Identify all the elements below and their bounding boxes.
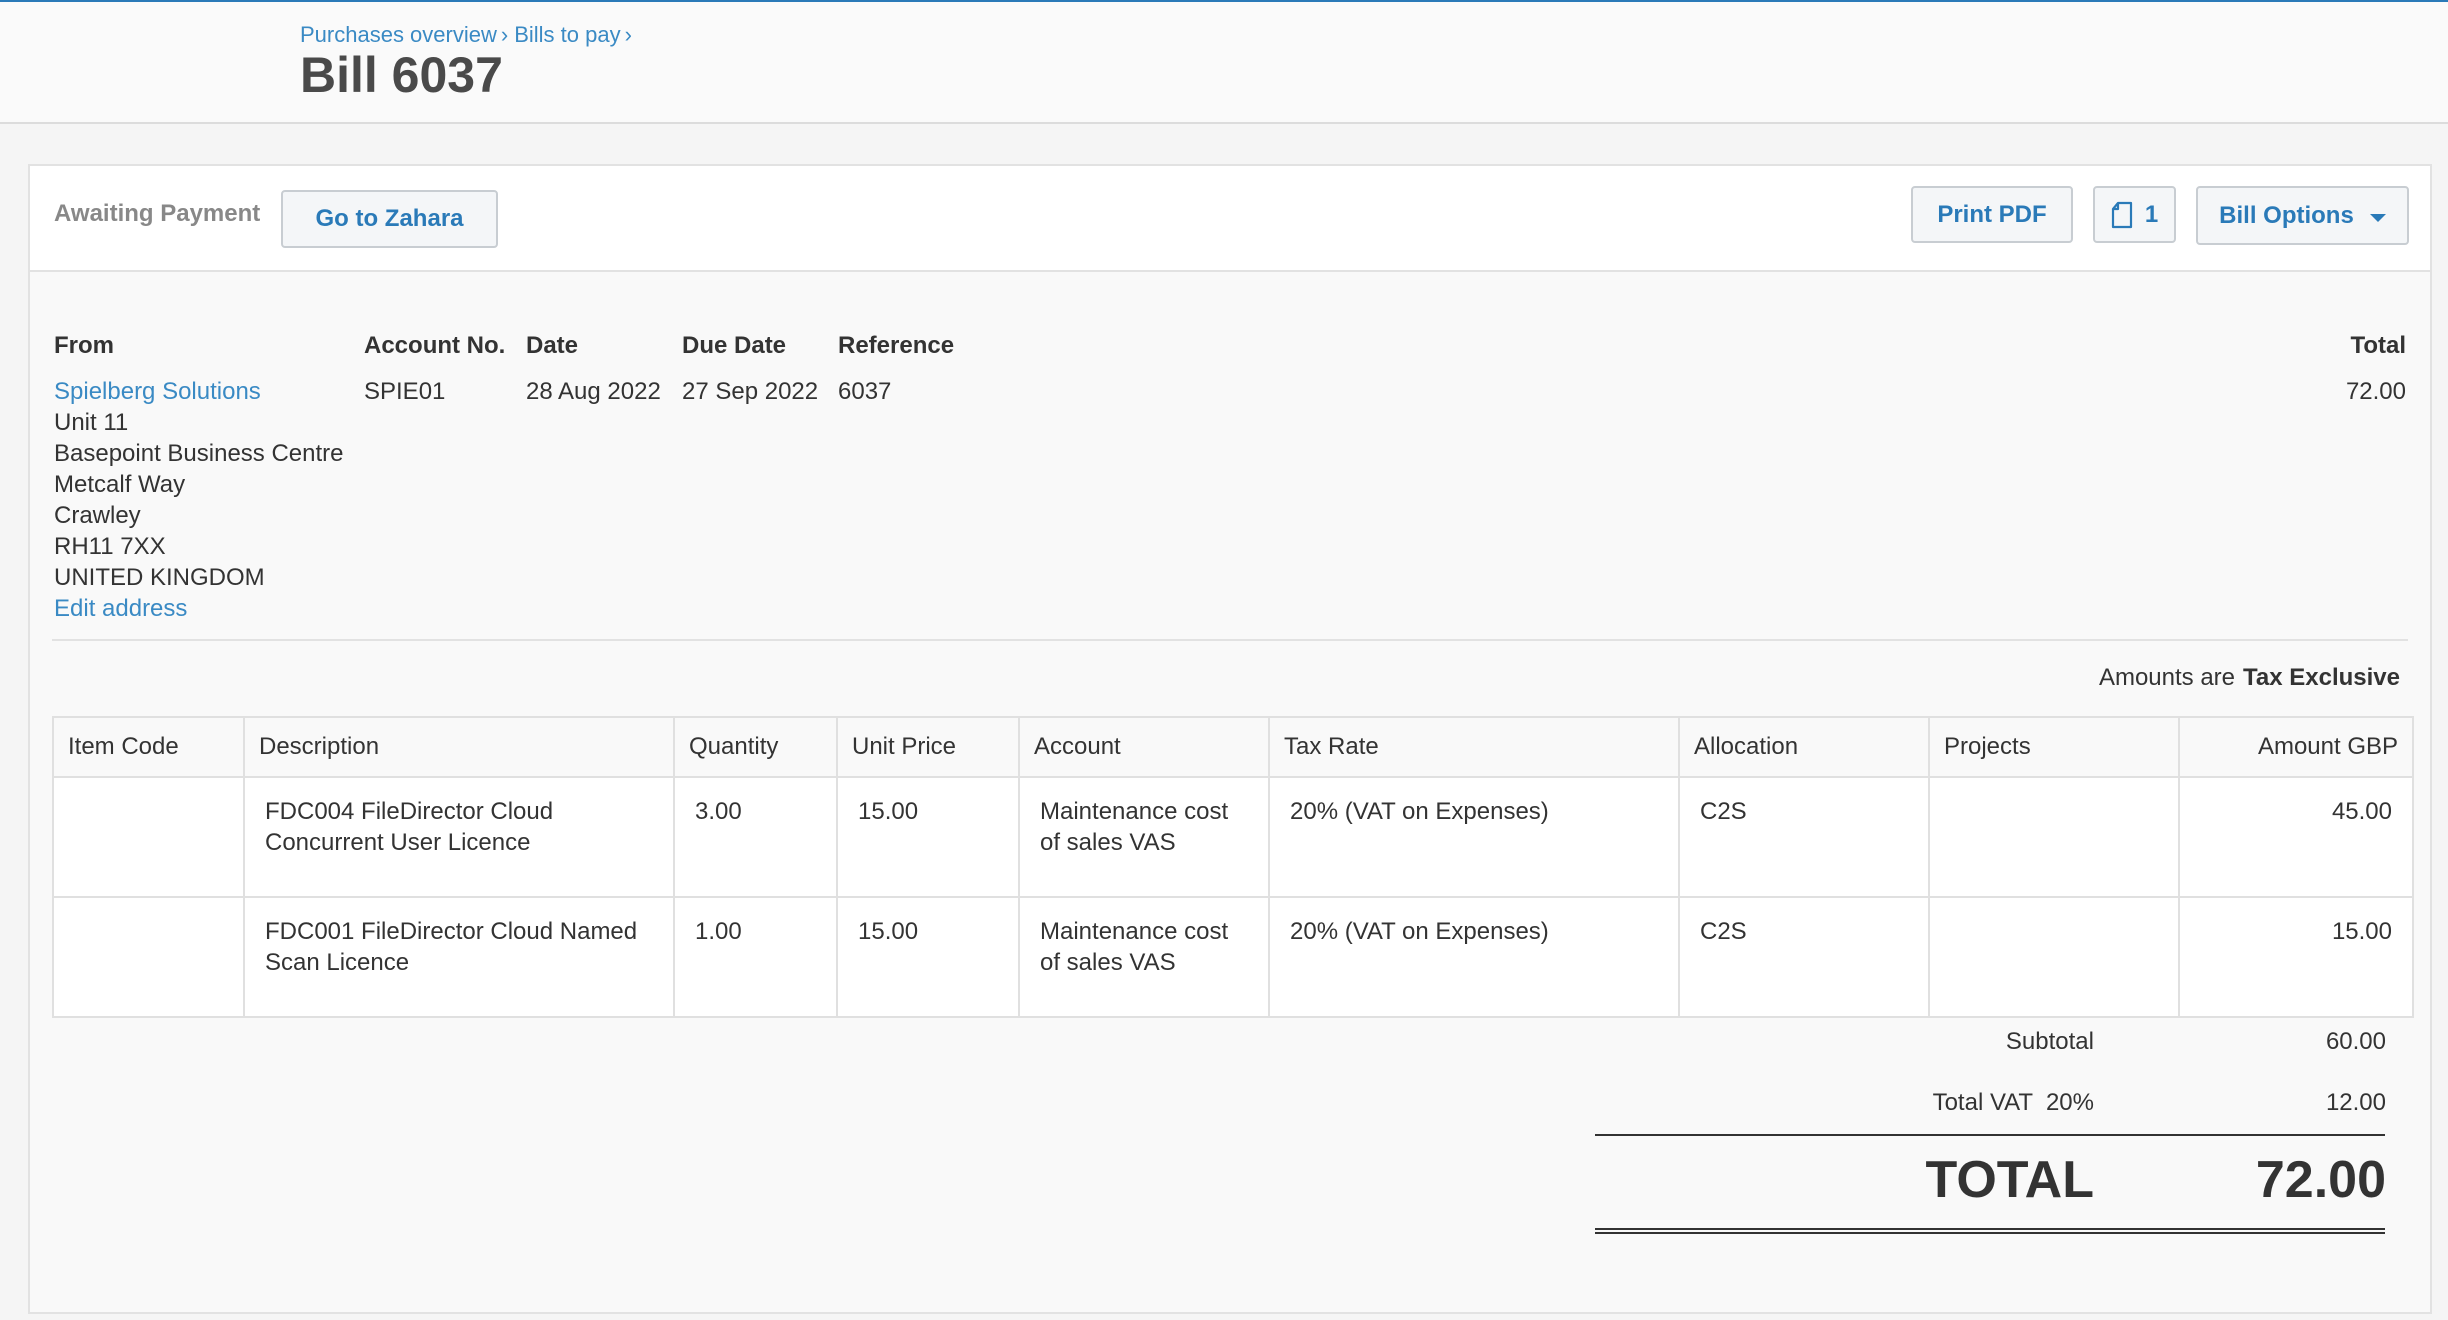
column-header-account: Account bbox=[1018, 716, 1270, 778]
section-divider bbox=[52, 639, 2408, 641]
line-items-table: Item Code Description Quantity Unit Pric… bbox=[52, 716, 2414, 1018]
cell-projects bbox=[1928, 776, 2180, 898]
vat-label: Total VAT 20% bbox=[1932, 1089, 2094, 1116]
bill-options-label: Bill Options bbox=[2219, 201, 2354, 229]
grand-total-value: 72.00 bbox=[2255, 1151, 2386, 1209]
breadcrumb-separator: › bbox=[500, 22, 509, 47]
grand-total-label: TOTAL bbox=[1925, 1151, 2095, 1209]
column-header-tax-rate: Tax Rate bbox=[1268, 716, 1680, 778]
table-header-row: Item Code Description Quantity Unit Pric… bbox=[52, 716, 2414, 778]
bill-panel: Awaiting Payment Go to Zahara Print PDF … bbox=[28, 164, 2432, 1314]
cell-description: FDC001 FileDirector Cloud Named Scan Lic… bbox=[243, 896, 675, 1018]
cell-tax-rate: 20% (VAT on Expenses) bbox=[1268, 776, 1680, 898]
print-pdf-button[interactable]: Print PDF bbox=[1911, 186, 2073, 243]
breadcrumb-separator: › bbox=[624, 22, 632, 47]
column-header-description: Description bbox=[243, 716, 675, 778]
cell-allocation: C2S bbox=[1678, 896, 1930, 1018]
address-line: Unit 11 bbox=[54, 409, 129, 436]
breadcrumb: Purchases overview › Bills to pay › bbox=[300, 22, 638, 48]
breadcrumb-purchases-overview[interactable]: Purchases overview bbox=[300, 22, 497, 47]
table-row: FDC001 FileDirector Cloud Named Scan Lic… bbox=[52, 896, 2414, 1018]
attachments-button[interactable]: 1 bbox=[2093, 186, 2176, 243]
bill-options-button[interactable]: Bill Options bbox=[2196, 186, 2409, 245]
date-value: 28 Aug 2022 bbox=[526, 378, 661, 405]
reference-label: Reference bbox=[838, 332, 955, 359]
table-row: FDC004 FileDirector Cloud Concurrent Use… bbox=[52, 776, 2414, 898]
account-no-value: SPIE01 bbox=[364, 378, 446, 405]
address-line: Metcalf Way bbox=[54, 471, 186, 498]
amounts-are-indicator: Amounts are Tax Exclusive bbox=[2099, 664, 2400, 692]
cell-account: Maintenance cost of sales VAS bbox=[1018, 896, 1270, 1018]
cell-projects bbox=[1928, 896, 2180, 1018]
column-header-allocation: Allocation bbox=[1678, 716, 1930, 778]
reference-value: 6037 bbox=[838, 378, 892, 405]
amounts-are-label: Amounts are bbox=[2098, 664, 2236, 691]
caret-down-icon bbox=[2369, 213, 2386, 222]
account-no-label: Account No. bbox=[364, 332, 506, 359]
date-label: Date bbox=[526, 332, 579, 359]
supplier-address: Unit 11 Basepoint Business Centre Metcal… bbox=[54, 376, 344, 624]
total-value: 72.00 bbox=[2345, 378, 2406, 405]
address-line: RH11 7XX bbox=[54, 533, 166, 560]
from-label: From bbox=[54, 332, 114, 359]
address-line: Crawley bbox=[54, 502, 141, 529]
breadcrumb-bills-to-pay[interactable]: Bills to pay bbox=[514, 22, 620, 47]
column-header-projects: Projects bbox=[1928, 716, 2180, 778]
cell-allocation: C2S bbox=[1678, 776, 1930, 898]
vat-value: 12.00 bbox=[2325, 1089, 2386, 1116]
amounts-are-value: Tax Exclusive bbox=[2243, 664, 2400, 691]
cell-unit-price: 15.00 bbox=[836, 776, 1020, 898]
subtotal-label: Subtotal bbox=[2005, 1028, 2094, 1055]
cell-account: Maintenance cost of sales VAS bbox=[1018, 776, 1270, 898]
address-line: UNITED KINGDOM bbox=[54, 564, 265, 591]
document-icon bbox=[2111, 201, 2132, 228]
cell-amount: 45.00 bbox=[2178, 776, 2414, 898]
total-label: Total bbox=[2350, 332, 2406, 359]
cell-unit-price: 15.00 bbox=[836, 896, 1020, 1018]
column-header-item-code: Item Code bbox=[52, 716, 245, 778]
cell-amount: 15.00 bbox=[2178, 896, 2414, 1018]
totals-double-rule bbox=[1595, 1228, 2385, 1234]
edit-address-link[interactable]: Edit address bbox=[54, 593, 344, 624]
status-label: Awaiting Payment bbox=[54, 200, 261, 227]
due-date-value: 27 Sep 2022 bbox=[682, 378, 819, 405]
cell-item-code bbox=[52, 776, 245, 898]
cell-quantity: 3.00 bbox=[673, 776, 838, 898]
totals-rule bbox=[1595, 1134, 2385, 1136]
column-header-unit-price: Unit Price bbox=[836, 716, 1020, 778]
page-header: Purchases overview › Bills to pay › Bill 60… bbox=[0, 2, 2448, 124]
cell-description: FDC004 FileDirector Cloud Concurrent Use… bbox=[243, 776, 675, 898]
page-title: Bill 6037 bbox=[300, 47, 503, 103]
address-line: Basepoint Business Centre bbox=[54, 440, 344, 467]
go-to-zahara-button[interactable]: Go to Zahara bbox=[281, 190, 498, 248]
cell-quantity: 1.00 bbox=[673, 896, 838, 1018]
subtotal-value: 60.00 bbox=[2325, 1028, 2386, 1055]
bill-toolbar: Awaiting Payment Go to Zahara Print PDF … bbox=[30, 166, 2430, 272]
cell-item-code bbox=[52, 896, 245, 1018]
cell-tax-rate: 20% (VAT on Expenses) bbox=[1268, 896, 1680, 1018]
attachment-count: 1 bbox=[2144, 200, 2159, 228]
column-header-amount: Amount GBP bbox=[2178, 716, 2414, 778]
due-date-label: Due Date bbox=[682, 332, 787, 359]
column-header-quantity: Quantity bbox=[673, 716, 838, 778]
